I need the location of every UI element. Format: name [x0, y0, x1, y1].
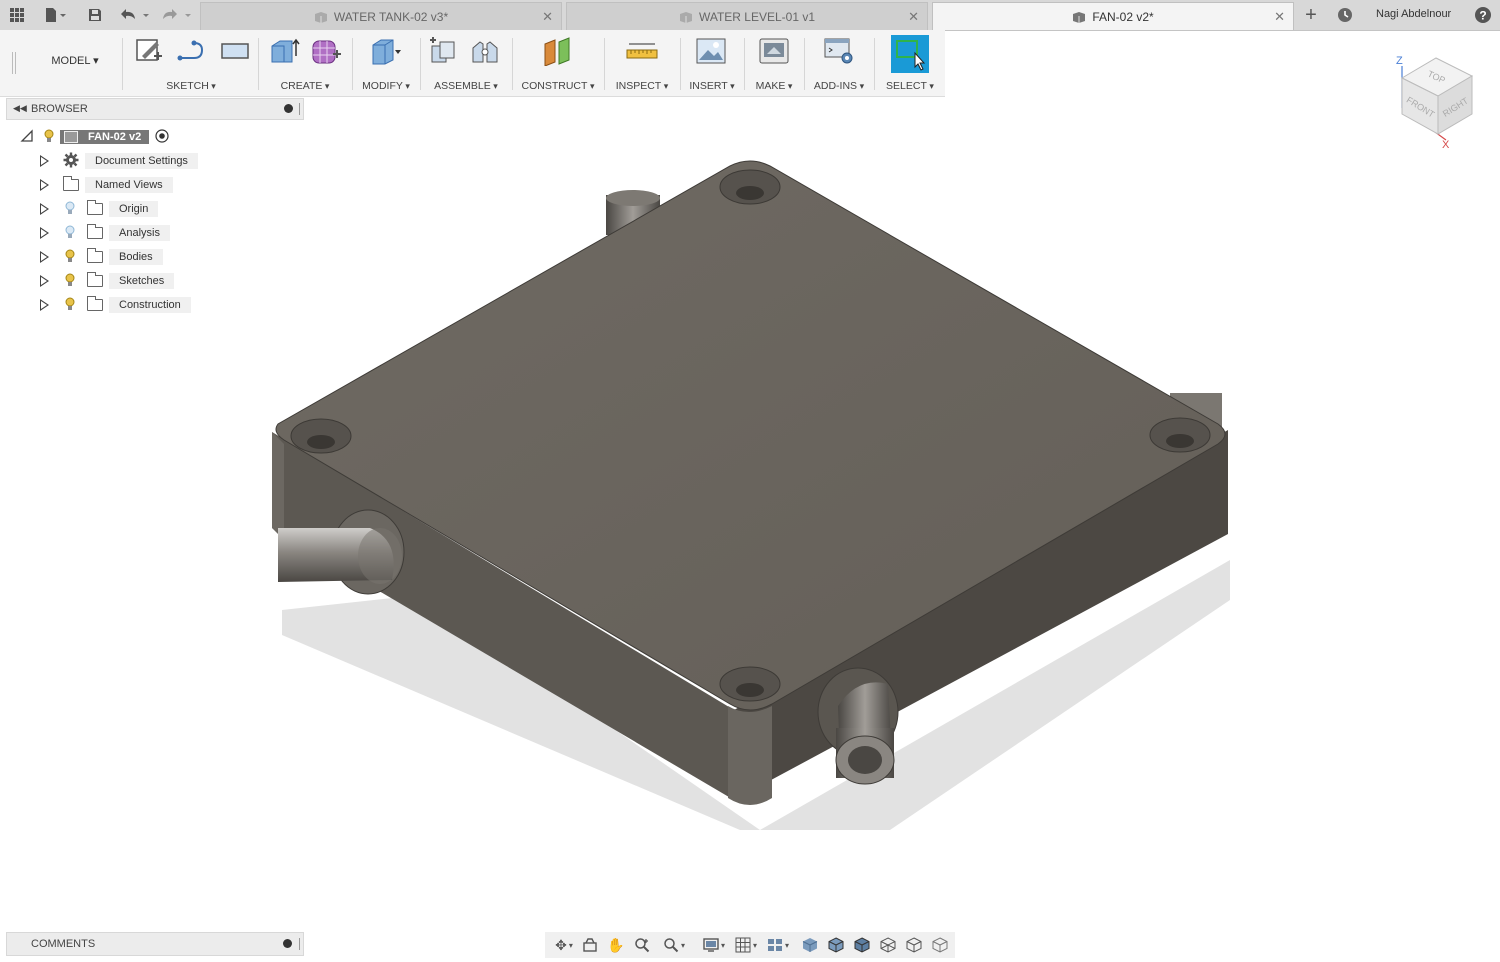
wireframe-hidden-icon[interactable]: [905, 936, 923, 954]
mounting-hole: [719, 666, 781, 702]
model-viewport[interactable]: [0, 0, 1500, 962]
grid-settings-icon[interactable]: ▾: [731, 936, 761, 954]
add-comment-icon[interactable]: [283, 939, 292, 948]
shaded-edges-icon[interactable]: [827, 936, 845, 954]
comments-resize-handle[interactable]: [299, 938, 300, 950]
navigation-bar: ✥ ▾ ✋ ▾ ▾ ▾ ▾: [545, 932, 955, 958]
display-settings-icon[interactable]: ▾: [699, 936, 729, 954]
front-corner: [728, 706, 772, 805]
pan-hand-icon[interactable]: ✋: [607, 936, 625, 954]
comments-panel[interactable]: COMMENTS: [6, 932, 304, 956]
wireframe-icon[interactable]: [879, 936, 897, 954]
comments-title: COMMENTS: [31, 938, 96, 950]
mounting-hole: [719, 169, 781, 205]
wireframe-visible-icon[interactable]: [931, 936, 949, 954]
mounting-hole: [1149, 417, 1211, 453]
left-corner: [272, 432, 284, 540]
shaded-view-icon[interactable]: [801, 936, 819, 954]
orbit-icon[interactable]: ✥ ▾: [549, 936, 579, 954]
shaded-hidden-icon[interactable]: [853, 936, 871, 954]
look-at-icon[interactable]: [581, 936, 599, 954]
mounting-hole: [290, 418, 352, 454]
zoom-icon[interactable]: [633, 936, 651, 954]
viewports-icon[interactable]: ▾: [763, 936, 793, 954]
fit-icon[interactable]: ▾: [659, 936, 689, 954]
pipe-front: [817, 667, 899, 785]
